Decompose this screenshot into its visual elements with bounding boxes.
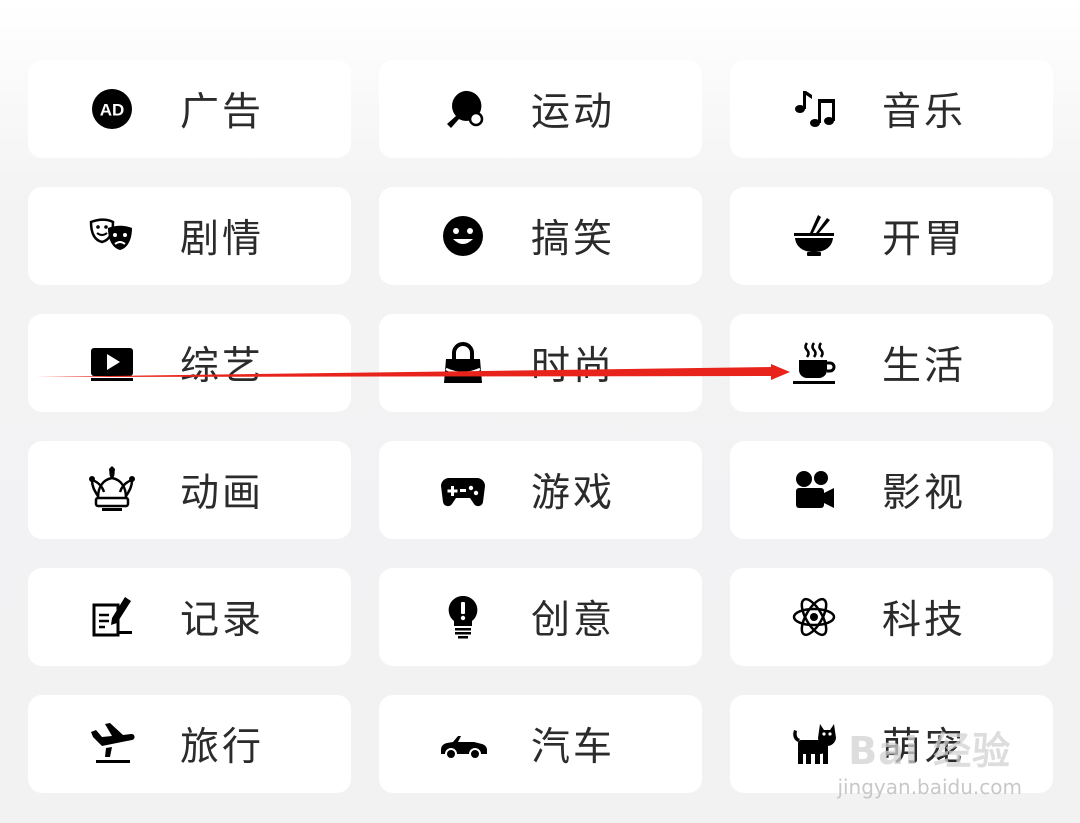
category-label: 搞笑 bbox=[531, 217, 616, 262]
category-creative[interactable]: 创意 bbox=[379, 568, 702, 666]
cat-icon bbox=[788, 718, 840, 770]
category-funny[interactable]: 搞笑 bbox=[379, 187, 702, 285]
category-label: 影视 bbox=[882, 471, 967, 516]
category-label: 汽车 bbox=[531, 725, 616, 770]
ad-icon: AD bbox=[86, 83, 138, 135]
handbag-icon bbox=[437, 337, 489, 389]
category-label: 萌宠 bbox=[882, 725, 967, 770]
category-label: 剧情 bbox=[180, 217, 265, 262]
category-animation[interactable]: 动画 bbox=[28, 441, 351, 539]
category-record[interactable]: 记录 bbox=[28, 568, 351, 666]
category-cars[interactable]: 汽车 bbox=[379, 695, 702, 793]
category-label: 开胃 bbox=[882, 217, 967, 262]
svg-text:AD: AD bbox=[100, 101, 125, 120]
category-travel[interactable]: 旅行 bbox=[28, 695, 351, 793]
category-pets[interactable]: 萌宠 bbox=[730, 695, 1053, 793]
category-variety[interactable]: 综艺 bbox=[28, 314, 351, 412]
category-label: 记录 bbox=[180, 598, 265, 643]
category-label: 游戏 bbox=[531, 471, 616, 516]
category-label: 旅行 bbox=[180, 725, 265, 770]
note-pen-icon bbox=[86, 591, 138, 643]
category-label: 创意 bbox=[531, 598, 616, 643]
category-games[interactable]: 游戏 bbox=[379, 441, 702, 539]
category-label: 生活 bbox=[882, 344, 967, 389]
noodle-bowl-icon bbox=[788, 210, 840, 262]
category-ad[interactable]: AD 广告 bbox=[28, 60, 351, 158]
smiley-face-icon bbox=[437, 210, 489, 262]
convertible-car-icon bbox=[437, 718, 489, 770]
airplane-landing-icon bbox=[86, 718, 138, 770]
category-label: 运动 bbox=[531, 90, 616, 135]
category-appetizer[interactable]: 开胃 bbox=[730, 187, 1053, 285]
category-fashion[interactable]: 时尚 bbox=[379, 314, 702, 412]
category-film[interactable]: 影视 bbox=[730, 441, 1053, 539]
hot-coffee-cup-icon bbox=[788, 337, 840, 389]
lightbulb-icon bbox=[437, 591, 489, 643]
theater-masks-icon bbox=[86, 210, 138, 262]
category-tech[interactable]: 科技 bbox=[730, 568, 1053, 666]
music-notes-icon bbox=[788, 83, 840, 135]
jester-hat-icon bbox=[86, 464, 138, 516]
category-label: 时尚 bbox=[531, 344, 616, 389]
category-life[interactable]: 生活 bbox=[730, 314, 1053, 412]
atom-icon bbox=[788, 591, 840, 643]
category-music[interactable]: 音乐 bbox=[730, 60, 1053, 158]
category-label: 科技 bbox=[882, 598, 967, 643]
movie-camera-icon bbox=[788, 464, 840, 516]
category-label: 动画 bbox=[180, 471, 265, 516]
category-label: 综艺 bbox=[180, 344, 265, 389]
category-sports[interactable]: 运动 bbox=[379, 60, 702, 158]
category-grid: AD 广告 运动 音乐 剧情 搞笑 开胃 综艺 时尚 生活 动画 游戏 影视 记… bbox=[28, 60, 1053, 793]
gamepad-icon bbox=[437, 464, 489, 516]
video-play-icon bbox=[86, 337, 138, 389]
ping-pong-icon bbox=[437, 83, 489, 135]
category-drama[interactable]: 剧情 bbox=[28, 187, 351, 285]
category-label: 音乐 bbox=[882, 90, 967, 135]
category-label: 广告 bbox=[180, 90, 265, 135]
